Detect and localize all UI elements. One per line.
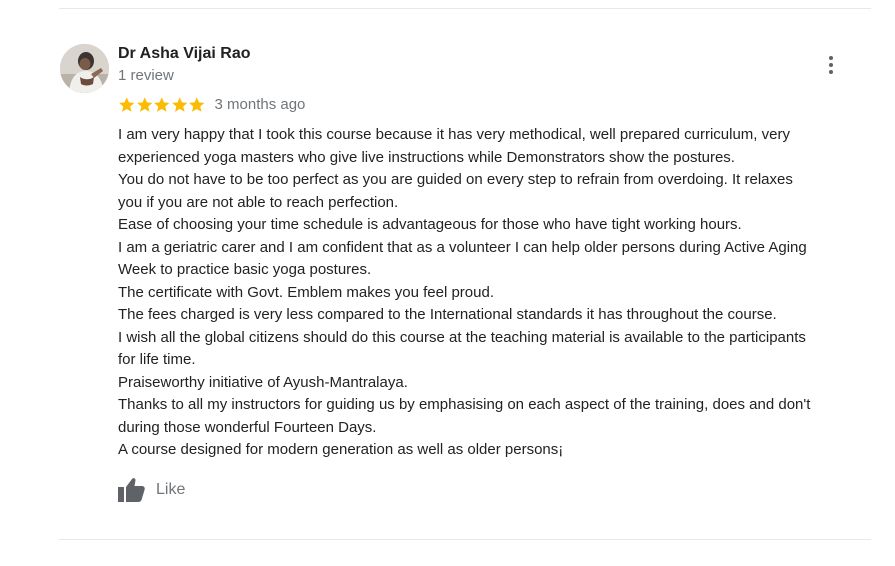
like-button[interactable]: Like — [116, 476, 185, 504]
review-text-line: during those wonderful Fourteen Days. — [118, 418, 377, 436]
review-text-line: Praiseworthy initiative of Ayush-Mantral… — [118, 373, 408, 391]
star-icon — [188, 96, 206, 113]
review-text-line: I wish all the global citizens should do… — [118, 328, 806, 346]
review-text-line: A course designed for modern generation … — [118, 441, 564, 458]
star-rating — [118, 96, 206, 113]
review-page: Dr Asha Vijai Rao 1 review 3 months ago … — [0, 0, 895, 566]
review-text-line: Ease of choosing your time schedule is a… — [118, 216, 742, 233]
review-count: 1 review — [118, 67, 174, 84]
like-label: Like — [156, 481, 186, 498]
review-text: I am very happy that I took this course … — [118, 124, 878, 462]
avatar-photo — [60, 44, 109, 93]
avatar[interactable] — [60, 44, 109, 93]
rating-row: 3 months ago — [118, 94, 305, 114]
review-time: 3 months ago — [214, 95, 306, 113]
more-vertical-icon — [829, 56, 833, 74]
thumbs-up-icon — [118, 478, 145, 502]
star-icon — [118, 96, 136, 113]
review-text-line: Week to practice basic yoga postures. — [118, 261, 372, 278]
reviewer-name[interactable]: Dr Asha Vijai Rao — [118, 45, 251, 63]
review-text-line: I am a geriatric carer and I am confiden… — [118, 238, 807, 256]
review-text-line: I am very happy that I took this course … — [118, 126, 790, 143]
review-text-line: you if you are not able to reach perfect… — [118, 193, 399, 211]
bottom-divider — [59, 539, 871, 540]
review-text-line: You do not have to be too perfect as you… — [118, 171, 793, 188]
top-divider — [59, 8, 871, 9]
review-text-line: Thanks to all my instructors for guiding… — [118, 396, 811, 413]
star-icon — [136, 96, 154, 113]
star-icon — [171, 96, 189, 113]
more-options-button[interactable] — [818, 50, 844, 80]
review-text-line: experienced yoga masters who give live i… — [118, 148, 735, 166]
review-text-line: for life time. — [118, 351, 196, 368]
star-icon — [153, 96, 171, 113]
review-text-line: The certificate with Govt. Emblem makes … — [118, 283, 494, 301]
review-text-line: The fees charged is very less compared t… — [118, 306, 777, 323]
